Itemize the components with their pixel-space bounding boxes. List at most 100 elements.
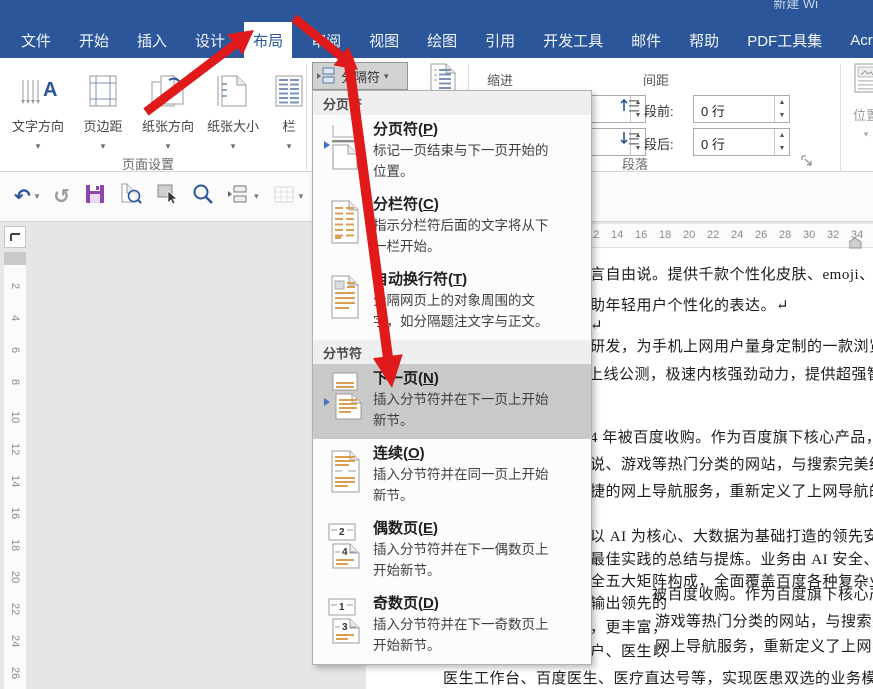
paper-size-icon (216, 62, 250, 108)
menu-item-O[interactable]: 连续(O) 插入分节符并在同一页上开始新节。 (313, 439, 591, 514)
tab-selector-button[interactable] (4, 226, 26, 248)
ribbon-tab-8[interactable]: 绘图 (418, 22, 466, 58)
chevron-down-icon: ▾ (35, 191, 40, 202)
ribbon-tab-14[interactable]: Acro (841, 22, 873, 58)
page-setup-button-2[interactable]: 页边距 ▾ (74, 62, 132, 166)
ruler-number: 30 (803, 229, 815, 241)
ruler-number: 22 (9, 603, 21, 619)
save-button[interactable] (84, 183, 106, 210)
table-button[interactable]: ▾ (273, 183, 304, 210)
spacing-after-spinner[interactable]: ▲▼ (774, 129, 789, 155)
ribbon-tab-11[interactable]: 邮件 (622, 22, 670, 58)
document-text-line: 言自由说。提供千款个性化皮肤、emoji、颜文字，热 (590, 263, 873, 284)
ruler-number: 32 (827, 229, 839, 241)
menu-item-description: 指示分栏符后面的文字将从下一栏开始。 (373, 215, 585, 257)
chevron-down-icon: ▾ (287, 141, 292, 152)
spacing-after-label: 段后: (644, 134, 674, 153)
window-title: 新建 Wi (773, 0, 818, 12)
select-paste-button[interactable] (156, 183, 178, 210)
dialog-launcher-icon[interactable] (800, 154, 813, 172)
breaks-button[interactable]: 分隔符 ▾ (312, 62, 408, 90)
page-setup-group-label: 页面设置 (122, 154, 174, 173)
spacing-before-label: 段前: (644, 101, 674, 120)
document-text-line: 最佳实践的总结与提炼。业务由 AI 安全、移动安全、 (590, 548, 873, 569)
ribbon-tab-5[interactable]: 布局 (244, 22, 292, 58)
svg-text:4: 4 (342, 547, 348, 558)
page-setup-button-1[interactable]: A 文字方向 ▾ (4, 62, 72, 166)
undo-button[interactable]: ↶▾ (14, 187, 39, 207)
document-text-line: 以 AI 为核心、大数据为基础打造的领先安全品牌， (590, 525, 873, 546)
ribbon-tab-2[interactable]: 开始 (70, 22, 118, 58)
page-setup-button-4[interactable]: 纸张大小 ▾ (204, 62, 262, 166)
menu-item-P[interactable]: 分页符(P) 标记一页结束与下一页开始的位置。 (313, 115, 591, 190)
text-wrap-icon (317, 270, 373, 340)
ribbon-tab-4[interactable]: 设计 (186, 22, 234, 58)
column-break-icon (317, 195, 373, 265)
print-preview-icon (120, 183, 142, 210)
breaks-menu: 分页符 分页符(P) 标记一页结束与下一页开始的位置。 分栏符(C) 指示分栏符… (312, 90, 592, 665)
menu-item-description: 标记一页结束与下一页开始的位置。 (373, 140, 585, 182)
orientation-icon (149, 62, 187, 108)
ribbon-tab-13[interactable]: PDF工具集 (738, 22, 831, 58)
text-direction-icon: A (19, 62, 57, 108)
ribbon-tab-7[interactable]: 视图 (360, 22, 408, 58)
next-page-icon (317, 369, 373, 439)
position-button[interactable]: 位置 ▾ (846, 62, 873, 166)
menu-item-description: 插入分节符并在同一页上开始新节。 (373, 464, 585, 506)
ruler-number: 16 (9, 507, 21, 523)
ruler-number: 24 (9, 635, 21, 651)
menu-item-D[interactable]: 13 奇数页(D) 插入分节符并在下一奇数页上开始新节。 (313, 589, 591, 664)
ruler-number: 22 (707, 229, 719, 241)
ruler-number: 20 (9, 571, 21, 587)
chevron-down-icon: ▾ (166, 141, 171, 152)
redo-button[interactable]: ↺ (53, 187, 70, 207)
break-icon (228, 183, 250, 210)
find-button[interactable] (192, 183, 214, 210)
ribbon-tab-6[interactable]: 审阅 (302, 22, 350, 58)
menu-item-N[interactable]: 下一页(N) 插入分节符并在下一页上开始新节。 (313, 364, 591, 439)
chevron-down-icon: ▾ (384, 71, 389, 82)
break-button[interactable]: ▾ (228, 183, 259, 210)
ruler-number: 24 (731, 229, 743, 241)
ruler-number: 14 (611, 229, 623, 241)
page-setup-button-3[interactable]: 纸张方向 ▾ (134, 62, 202, 166)
vertical-ruler[interactable]: 2468101214161820222426 (4, 252, 26, 689)
menu-item-T[interactable]: 自动换行符(T) 分隔网页上的对象周围的文字，如分隔题注文字与正文。 (313, 265, 591, 340)
menu-item-C[interactable]: 分栏符(C) 指示分栏符后面的文字将从下一栏开始。 (313, 190, 591, 265)
menu-item-title: 分页符(P) (373, 120, 585, 140)
ruler-number: 20 (683, 229, 695, 241)
redo-icon: ↺ (53, 187, 70, 207)
ribbon-tab-12[interactable]: 帮助 (680, 22, 728, 58)
menu-item-title: 连续(O) (373, 444, 585, 464)
spacing-after-field[interactable]: 0 行 ▲▼ (693, 128, 790, 156)
chevron-down-icon: ▾ (101, 141, 106, 152)
menu-section-header-2: 分节符 (313, 340, 591, 364)
svg-text:1: 1 (339, 602, 345, 613)
ruler-number: 4 (9, 315, 21, 331)
paragraph-group-label: 段落 (622, 154, 648, 173)
menu-item-E[interactable]: 24 偶数页(E) 插入分节符并在下一偶数页上开始新节。 (313, 514, 591, 589)
spacing-before-spinner[interactable]: ▲▼ (774, 96, 789, 122)
menu-item-description: 分隔网页上的对象周围的文字，如分隔题注文字与正文。 (373, 290, 585, 332)
chevron-down-icon: ▾ (864, 129, 869, 140)
space-before-icon (620, 97, 640, 118)
button-label: 文字方向 (12, 116, 64, 135)
ribbon-tab-1[interactable]: 文件 (12, 22, 60, 58)
select-paste-icon (156, 183, 178, 210)
document-text-line: 网上导航服务，重新定义了上网导航的概 (655, 635, 873, 656)
menu-item-title: 下一页(N) (373, 369, 585, 389)
ribbon-tab-3[interactable]: 插入 (128, 22, 176, 58)
document-text-line: 4 年被百度收购。作为百度旗下核心产品，hao123 及 (590, 426, 873, 447)
ruler-number: 16 (635, 229, 647, 241)
ribbon-tab-9[interactable]: 引用 (476, 22, 524, 58)
print-preview-button[interactable] (120, 183, 142, 210)
margins-icon (86, 62, 120, 108)
odd-page-icon: 13 (317, 594, 373, 664)
ribbon-tab-10[interactable]: 开发工具 (534, 22, 612, 58)
document-text-line: 捷的网上导航服务，重新定义了上网导航的概念。↵ (590, 480, 873, 501)
menu-item-title: 奇数页(D) (373, 594, 585, 614)
horizontal-ruler[interactable]: 121416182022242628303234 (560, 224, 873, 248)
ruler-number: 14 (9, 475, 21, 491)
spacing-before-field[interactable]: 0 行 ▲▼ (693, 95, 790, 123)
svg-text:A: A (43, 79, 57, 101)
